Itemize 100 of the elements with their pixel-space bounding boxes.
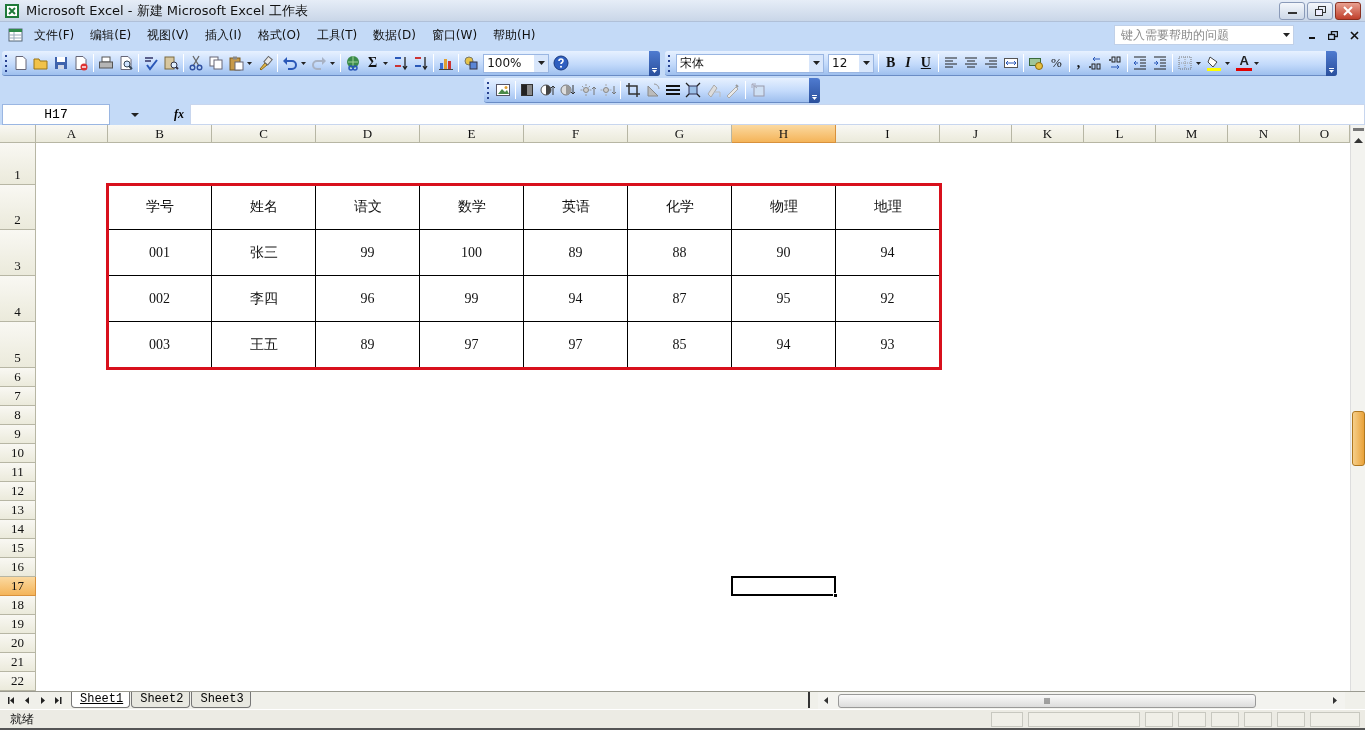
menu-item[interactable]: 编辑(E) (82, 23, 140, 47)
row-header[interactable]: 11 (0, 463, 36, 482)
active-cell-outline[interactable] (731, 576, 836, 596)
column-header[interactable]: K (1012, 125, 1084, 143)
restore-button[interactable] (1307, 1, 1333, 20)
column-header[interactable]: O (1300, 125, 1350, 143)
column-header[interactable]: A (36, 125, 108, 143)
align-left-icon[interactable] (942, 55, 959, 71)
sheet-tab[interactable]: Sheet1 (71, 692, 131, 708)
spelling-icon[interactable] (143, 55, 159, 71)
last-sheet-icon[interactable] (55, 696, 62, 704)
bold-button[interactable]: B (881, 55, 901, 71)
comma-style-button[interactable]: , (1071, 55, 1086, 71)
transparent-color-icon[interactable] (725, 82, 741, 98)
insert-picture-icon[interactable] (495, 82, 511, 98)
font-color-button[interactable]: A (1236, 55, 1253, 71)
new-document-icon[interactable] (13, 55, 29, 71)
menu-item[interactable]: 文件(F) (26, 23, 83, 47)
caret-icon[interactable] (383, 61, 389, 65)
row-header[interactable]: 7 (0, 387, 36, 406)
row-header[interactable]: 20 (0, 634, 36, 653)
open-folder-icon[interactable] (33, 55, 49, 71)
row-header[interactable]: 8 (0, 406, 36, 425)
column-header[interactable]: G (628, 125, 732, 143)
workbook-restore-icon[interactable] (1328, 30, 1338, 40)
column-header[interactable]: B (108, 125, 212, 143)
row-header[interactable]: 16 (0, 558, 36, 577)
cut-icon[interactable] (188, 55, 204, 71)
row-header[interactable]: 18 (0, 596, 36, 615)
research-icon[interactable] (163, 55, 179, 71)
column-header[interactable]: L (1084, 125, 1156, 143)
next-sheet-icon[interactable] (41, 696, 45, 704)
row-header[interactable]: 15 (0, 539, 36, 558)
row-header[interactable]: 2 (0, 185, 36, 230)
row-header[interactable]: 13 (0, 501, 36, 520)
split-box-icon[interactable] (1352, 128, 1364, 131)
scroll-up-icon[interactable] (1353, 138, 1363, 143)
sheet-tab[interactable]: Sheet2 (131, 692, 191, 708)
row-header[interactable]: 3 (0, 230, 36, 276)
menu-item[interactable]: 数据(D) (365, 23, 424, 47)
row-header[interactable]: 14 (0, 520, 36, 539)
sheet-menu-icon[interactable] (8, 27, 24, 43)
copy-icon[interactable] (208, 55, 224, 71)
toolbar-options-button[interactable] (1326, 50, 1337, 76)
increase-indent-icon[interactable] (1152, 55, 1169, 71)
paste-icon[interactable] (228, 55, 244, 71)
font-size-dropdown[interactable]: 12 (828, 53, 874, 73)
caret-icon[interactable] (131, 112, 139, 117)
caret-icon[interactable] (247, 61, 252, 65)
minimize-button[interactable] (1279, 1, 1305, 20)
caret-icon[interactable] (330, 61, 335, 65)
currency-icon[interactable] (1027, 55, 1044, 71)
merge-center-icon[interactable] (1002, 55, 1019, 71)
scroll-right-icon[interactable] (1333, 697, 1337, 704)
scroll-left-icon[interactable] (824, 697, 828, 704)
increase-decimal-icon[interactable] (1087, 55, 1104, 71)
formula-input[interactable] (190, 104, 1365, 125)
close-button[interactable] (1335, 1, 1361, 20)
help-search-field[interactable]: 键入需要帮助的问题 (1114, 25, 1294, 45)
brush-icon[interactable] (257, 55, 273, 71)
column-header[interactable]: M (1156, 125, 1228, 143)
toolbar-options-button[interactable] (649, 50, 660, 76)
align-right-icon[interactable] (982, 55, 999, 71)
color-icon[interactable] (520, 82, 536, 98)
column-header[interactable]: H (732, 125, 836, 143)
caret-icon[interactable] (1254, 61, 1260, 65)
first-sheet-icon[interactable] (8, 696, 15, 704)
shapes-icon[interactable] (463, 55, 480, 71)
menu-item[interactable]: 插入(I) (196, 23, 250, 47)
scroll-thumb[interactable] (1351, 411, 1365, 466)
underline-button[interactable]: U (915, 55, 936, 71)
row-header[interactable]: 12 (0, 482, 36, 501)
caret-icon[interactable] (1196, 61, 1202, 65)
toolbar-grip-icon[interactable] (4, 53, 8, 73)
row-header[interactable]: 6 (0, 368, 36, 387)
toolbar-grip-icon[interactable] (667, 53, 671, 73)
decrease-decimal-icon[interactable] (1107, 55, 1124, 71)
column-header[interactable]: D (316, 125, 420, 143)
print-preview-icon[interactable] (118, 55, 134, 71)
row-header[interactable]: 17 (0, 577, 36, 596)
undo-icon[interactable] (282, 55, 298, 71)
more-contrast-icon[interactable] (540, 82, 556, 98)
vertical-scrollbar[interactable] (1350, 125, 1365, 691)
menu-item[interactable]: 视图(V) (139, 23, 197, 47)
menu-item[interactable]: 格式(O) (249, 23, 309, 47)
save-icon[interactable] (53, 55, 69, 71)
row-header[interactable]: 4 (0, 276, 36, 322)
help-icon[interactable] (553, 55, 570, 71)
fill-color-icon[interactable] (1206, 55, 1223, 71)
caret-icon[interactable] (1225, 61, 1231, 65)
line-style-icon[interactable] (665, 82, 681, 98)
recolor-icon[interactable] (705, 82, 721, 98)
column-header[interactable]: E (420, 125, 524, 143)
toolbar-options-button[interactable] (809, 77, 820, 103)
menu-item[interactable]: 帮助(H) (485, 23, 544, 47)
row-header[interactable]: 22 (0, 672, 36, 691)
horizontal-scrollbar[interactable] (818, 692, 1345, 709)
row-header[interactable]: 1 (0, 143, 36, 185)
column-header[interactable]: C (212, 125, 316, 143)
row-header[interactable]: 10 (0, 444, 36, 463)
